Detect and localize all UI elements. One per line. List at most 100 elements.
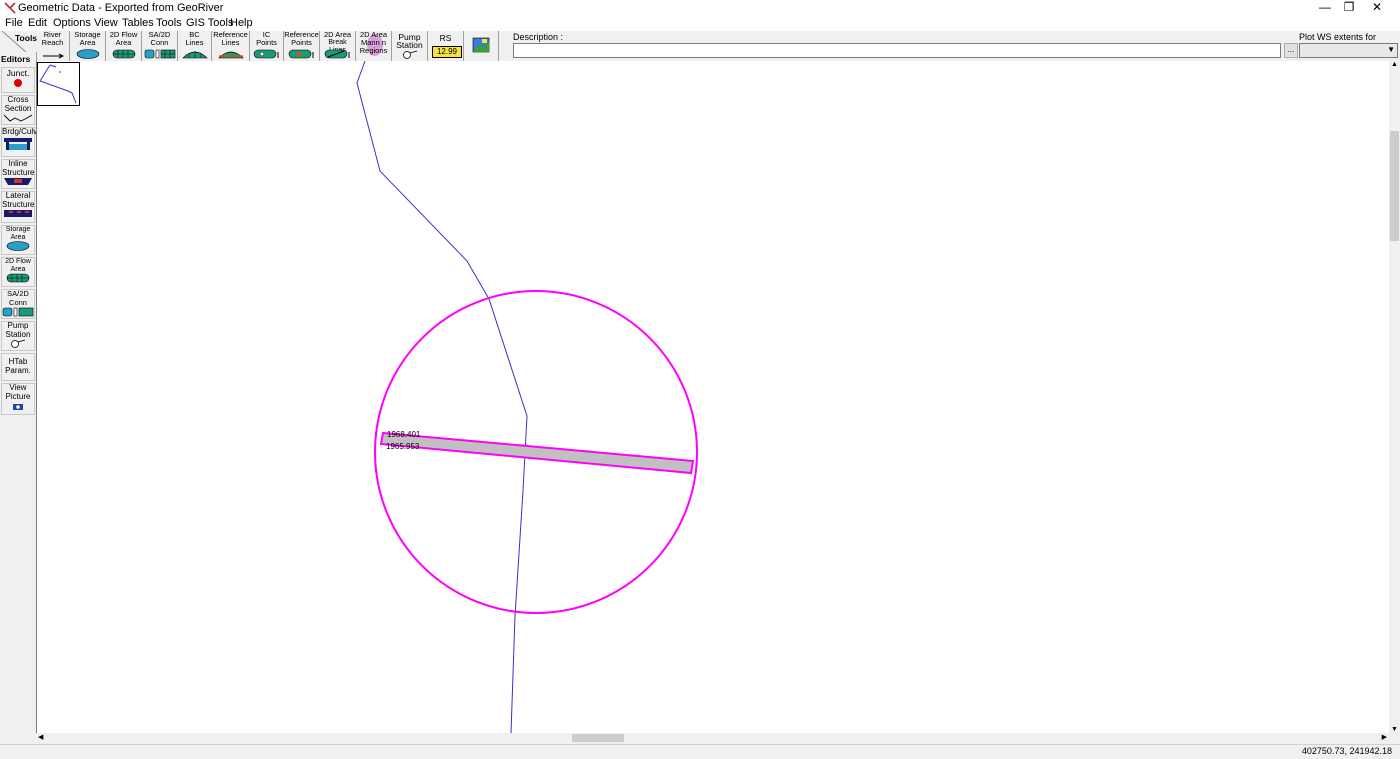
sa-2d-conn-icon xyxy=(144,49,175,59)
map-layers-button[interactable] xyxy=(464,31,499,61)
break-lines-label-1: 2D Area xyxy=(323,30,352,39)
menu-tables[interactable]: Tables xyxy=(122,17,154,29)
menu-tools[interactable]: Tools xyxy=(156,17,182,29)
bridge-icon xyxy=(4,137,32,150)
description-input[interactable] xyxy=(513,43,1281,58)
mann-n-label-3: Regions xyxy=(359,46,388,55)
minimap-river-line xyxy=(39,64,77,104)
river-reach-label-2: Reach xyxy=(41,38,64,47)
menu-view[interactable]: View xyxy=(94,17,118,29)
minimap-svg xyxy=(39,64,77,104)
bc-lines-icon xyxy=(181,51,208,59)
editor-view-picture-label-2: Picture xyxy=(5,391,31,401)
editor-view-picture-button[interactable]: View Picture xyxy=(1,383,35,415)
editor-htab-label-2: Param. xyxy=(5,365,31,375)
menu-options[interactable]: Options xyxy=(53,17,91,29)
menu-file[interactable]: File xyxy=(5,17,23,29)
editor-storage-label-1: Storage xyxy=(5,226,31,233)
scroll-right-icon[interactable]: ▶ xyxy=(1382,733,1387,741)
minimap-river-line-upper xyxy=(49,64,57,68)
ic-points-button[interactable]: IC Points xyxy=(250,31,284,61)
editor-inline-label-2: Structure xyxy=(2,167,35,177)
storage-area-button[interactable]: Storage Area xyxy=(70,31,106,61)
bc-lines-label-2: Lines xyxy=(185,38,204,47)
editor-pump-label-2: Station xyxy=(5,329,31,339)
editor-inline-structure-button[interactable]: Inline Structure xyxy=(1,159,35,189)
scroll-left-icon[interactable]: ◀ xyxy=(38,733,43,741)
reference-lines-label-2: Lines xyxy=(221,38,240,47)
editor-2d-flow-label-1: 2D Flow xyxy=(5,258,31,265)
close-button[interactable]: ✕ xyxy=(1354,0,1400,16)
editor-junction-label: Junct. xyxy=(6,68,30,78)
editor-2d-flow-label-2: Area xyxy=(10,265,26,273)
horizontal-scrollbar[interactable]: ◀ ▶ xyxy=(36,733,1389,743)
2d-area-mann-n-regions-button[interactable]: 2D Area Mann n Regions xyxy=(356,31,392,61)
reference-points-icon xyxy=(288,49,313,59)
scroll-down-icon[interactable]: ▼ xyxy=(1391,726,1398,733)
river-reach-button[interactable]: River Reach xyxy=(36,31,70,61)
description-browse-button[interactable]: ... xyxy=(1284,43,1298,58)
camera-icon xyxy=(13,404,23,410)
editor-lateral-structure-button[interactable]: Lateral Structure xyxy=(1,191,35,223)
vertical-scrollbar[interactable]: ▲ ▼ xyxy=(1389,61,1400,733)
window-title: Geometric Data - Exported from GeoRiver xyxy=(18,2,224,14)
description-label: Description : xyxy=(513,32,564,42)
river-reach-line xyxy=(356,61,528,733)
menu-bar: File Edit Options View Tables Tools GIS … xyxy=(0,16,1400,31)
reference-lines-button[interactable]: Reference Lines xyxy=(212,31,250,61)
ic-points-label-2: Points xyxy=(256,38,277,47)
sa-2d-conn-label-2: Conn xyxy=(150,38,169,47)
bc-lines-button[interactable]: BC Lines xyxy=(178,31,212,61)
horizontal-scroll-thumb[interactable] xyxy=(572,734,624,742)
cross-section-polygon xyxy=(379,431,695,475)
storage-area-icon xyxy=(76,49,99,59)
chevron-down-icon: ▼ xyxy=(1387,45,1395,54)
storage-area-editor-icon xyxy=(6,241,30,251)
pump-station-label-2: Station xyxy=(396,40,423,50)
editor-htab-param-button[interactable]: HTab Param. xyxy=(1,353,35,381)
inline-structure-icon xyxy=(4,178,32,185)
overview-minimap[interactable] xyxy=(37,62,80,106)
rs-button[interactable]: RS 12.99 xyxy=(428,31,464,61)
scroll-up-icon[interactable]: ▲ xyxy=(1391,61,1398,68)
app-logo-icon xyxy=(4,2,16,14)
toolbar: Tools River Reach Storage Area 2D Flow A… xyxy=(0,31,1400,61)
reference-points-label-2: Points xyxy=(291,38,312,47)
geometry-map-canvas[interactable]: 1968.401 1965.953 xyxy=(36,61,1390,733)
pump-icon xyxy=(402,50,417,59)
minimap-marker xyxy=(59,71,61,73)
cursor-coordinates: 402750.73, 241942.18 xyxy=(1301,746,1392,756)
title-bar: Geometric Data - Exported from GeoRiver … xyxy=(0,0,1400,16)
editor-bridge-label: Brdg/Culv xyxy=(2,127,38,136)
sa-2d-conn-editor-icon xyxy=(2,307,34,317)
plot-ws-profile-select[interactable]: ▼ xyxy=(1299,43,1398,58)
editor-sa-2d-conn-button[interactable]: SA/2D Conn xyxy=(1,289,35,319)
editor-junction-button[interactable]: Junct. xyxy=(1,67,35,93)
2d-flow-area-icon xyxy=(112,49,135,59)
tools-tab-label: Tools xyxy=(15,33,38,43)
pump-editor-icon xyxy=(11,339,26,348)
editor-bridge-culvert-button[interactable]: Brdg/Culv xyxy=(1,127,38,157)
sa-2d-conn-button[interactable]: SA/2D Conn xyxy=(142,31,178,61)
menu-edit[interactable]: Edit xyxy=(28,17,47,29)
cross-section-label-upper: 1968.401 xyxy=(387,430,421,439)
reference-lines-icon xyxy=(217,51,244,59)
editor-storage-area-button[interactable]: Storage Area xyxy=(1,225,35,255)
2d-flow-area-button[interactable]: 2D Flow Area xyxy=(106,31,142,61)
pump-station-button[interactable]: Pump Station xyxy=(392,31,428,61)
map-layers-icon xyxy=(472,37,490,53)
menu-help[interactable]: Help xyxy=(230,17,253,29)
geometry-map-svg: 1968.401 1965.953 xyxy=(356,61,698,733)
menu-gis-tools[interactable]: GIS Tools xyxy=(186,17,234,29)
river-reach-icon xyxy=(42,53,64,59)
editor-cross-section-button[interactable]: Cross Section xyxy=(1,95,35,125)
junction-icon xyxy=(14,78,22,87)
editor-pump-station-button[interactable]: Pump Station xyxy=(1,321,35,351)
2d-area-break-lines-button[interactable]: 2D Area Break Lines xyxy=(320,31,356,61)
editors-panel: Editors Junct. Cross Section Brdg/Culv I… xyxy=(0,52,37,417)
editor-storage-label-2: Area xyxy=(10,233,26,241)
lateral-structure-icon xyxy=(4,210,32,217)
reference-points-button[interactable]: Reference Points xyxy=(284,31,320,61)
vertical-scroll-thumb[interactable] xyxy=(1390,131,1399,241)
editor-2d-flow-area-button[interactable]: 2D Flow Area xyxy=(1,257,35,287)
